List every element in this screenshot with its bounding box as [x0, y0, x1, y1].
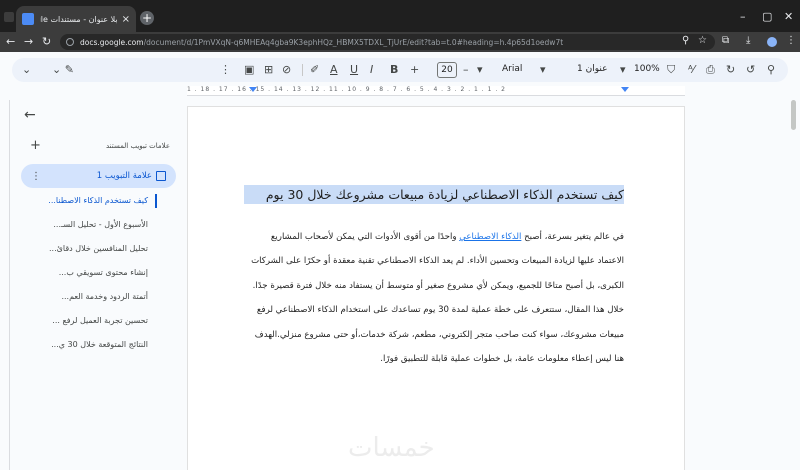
paragraph-1[interactable]: في عالم يتغير بسرعة، أصبح الذكاء الاصطنا… [244, 225, 624, 298]
font-size-input[interactable]: 20 [437, 62, 457, 78]
browser-menu-icon[interactable]: ⋮ [786, 35, 796, 46]
underline-icon[interactable]: U [350, 63, 358, 77]
outline-item[interactable]: الأسبوع الأول - تحليل السـ... [30, 216, 160, 240]
text-color-icon[interactable]: A [330, 63, 338, 77]
reload-icon[interactable]: ↻ [42, 35, 51, 48]
toolbar-divider [302, 64, 303, 76]
download-icon[interactable]: ⤓ [746, 35, 750, 46]
zoom-dropdown[interactable]: 100% [634, 64, 660, 74]
zoom-icon[interactable]: ⚲ [682, 35, 689, 46]
outline-item[interactable]: إنشاء محتوى تسويقي ب... [30, 264, 160, 288]
paragraph-style-dropdown[interactable]: عنوان 1 [577, 64, 607, 74]
minimize-button[interactable]: – [740, 10, 746, 23]
close-outline-back-icon[interactable]: ← [24, 107, 36, 123]
outline-list: كيف تستخدم الذكاء الاصطنا... الأسبوع الأ… [30, 192, 160, 360]
style-dropdown-chevron-icon[interactable]: ▾ [540, 63, 546, 77]
increase-font-button[interactable]: + [410, 63, 419, 77]
tab-options-icon[interactable]: ⋮ [31, 171, 43, 182]
profile-avatar[interactable] [765, 35, 779, 49]
insert-link-icon[interactable]: ⊘ [282, 63, 291, 77]
site-info-icon[interactable] [66, 38, 74, 46]
tab-close-icon[interactable]: × [122, 14, 130, 25]
address-bar-row: ← → ↻ docs.google.com /document/d/1PmVXq… [0, 32, 800, 52]
scrollbar-thumb[interactable] [791, 100, 796, 130]
undo-icon[interactable]: ↺ [746, 63, 755, 77]
docs-favicon-icon [22, 13, 34, 25]
outline-item[interactable]: تحسين تجربة العميل لرفع ... [30, 312, 160, 336]
document-tabs-header: + علامات تبويب المستند [30, 138, 170, 153]
outline-item[interactable]: كيف تستخدم الذكاء الاصطنا... [30, 192, 160, 216]
paragraph-2[interactable]: خلال هذا المقال، ستتعرف على خطة عملية لم… [244, 298, 624, 371]
document-tabs-label: علامات تبويب المستند [105, 141, 170, 150]
document-heading[interactable]: كيف تستخدم الذكاء الاصطناعي لزيادة مبيعا… [244, 185, 624, 204]
add-comment-icon[interactable]: ⊞ [264, 63, 273, 77]
tab-search-icon[interactable] [4, 12, 14, 22]
bold-icon[interactable]: B [390, 63, 398, 77]
ruler-marks: 1 . 18 . 17 . 16 . 15 . 14 . 13 . 12 . 1… [187, 86, 506, 93]
document-page[interactable]: كيف تستخدم الذكاء الاصطناعي لزيادة مبيعا… [187, 106, 685, 470]
document-body[interactable]: في عالم يتغير بسرعة، أصبح الذكاء الاصطنا… [244, 225, 624, 371]
vertical-ruler [0, 100, 10, 470]
collapse-menus-icon[interactable]: ⌄ [22, 63, 31, 77]
url-path: /document/d/1PmVXqN-q6MHEAq4gba9K3ephHQz… [143, 37, 564, 47]
forward-icon[interactable]: → [24, 35, 33, 48]
highlight-color-icon[interactable]: ✐ [310, 63, 319, 77]
spellcheck-icon[interactable]: ᴬ⁄ [688, 63, 695, 77]
document-tab-icon [156, 171, 166, 181]
print-icon[interactable]: ⎙ [706, 63, 715, 77]
right-indent-marker[interactable] [621, 87, 629, 92]
maximize-button[interactable]: ▢ [762, 10, 772, 23]
more-options-icon[interactable]: ⋮ [220, 63, 231, 77]
browser-tabstrip: بلا عنوان - مستندات Google × + – ▢ ✕ [0, 0, 800, 32]
bookmark-star-icon[interactable]: ☆ [698, 35, 707, 46]
url-domain: docs.google.com [80, 37, 144, 47]
tab-label: علامة التبويب 1 [96, 171, 152, 181]
docs-toolbar: ⌄ ⌄ ✎ ⋮ ▣ ⊞ ⊘ ✐ A U I B + 20 – ▾ Arial ▾… [12, 58, 788, 82]
italic-icon[interactable]: I [370, 63, 373, 77]
close-window-button[interactable]: ✕ [784, 10, 793, 23]
outline-item[interactable]: النتائج المتوقعة خلال 30 ي... [30, 336, 160, 360]
back-icon[interactable]: ← [6, 35, 15, 48]
watermark: خمسات [348, 433, 435, 463]
font-dropdown-chevron-icon[interactable]: ▾ [477, 63, 483, 77]
outline-item[interactable]: أتمتة الردود وخدمة العم... [30, 288, 160, 312]
extensions-icon[interactable]: ⧉ [722, 35, 729, 46]
new-tab-button[interactable]: + [140, 11, 154, 25]
horizontal-ruler: 1 . 18 . 17 . 16 . 15 . 14 . 13 . 12 . 1… [187, 86, 685, 96]
outline-item[interactable]: تحليل المنافسين خلال دقائ... [30, 240, 160, 264]
left-indent-marker[interactable] [249, 87, 257, 92]
paragraph-1-start: في عالم يتغير بسرعة، أصبح [521, 232, 624, 242]
add-tab-button[interactable]: + [30, 138, 41, 153]
insert-image-icon[interactable]: ▣ [244, 63, 254, 77]
editing-mode-dropdown[interactable]: ⌄ ✎ [52, 63, 74, 77]
tab-title: بلا عنوان - مستندات Google [40, 14, 118, 24]
browser-tab[interactable]: بلا عنوان - مستندات Google × [16, 6, 136, 32]
decrease-font-button[interactable]: – [463, 63, 469, 77]
search-menus-icon[interactable]: ⚲ [767, 63, 775, 77]
zoom-dropdown-chevron-icon[interactable]: ▾ [620, 63, 626, 77]
url-input[interactable]: docs.google.com /document/d/1PmVXqN-q6MH… [60, 34, 715, 50]
redo-icon[interactable]: ↻ [726, 63, 735, 77]
ai-link[interactable]: الذكاء الاصطناعي [459, 232, 521, 242]
font-name-dropdown[interactable]: Arial [502, 64, 522, 74]
paint-format-icon[interactable]: ⛉ [667, 63, 675, 77]
document-tab-1[interactable]: ⋮ علامة التبويب 1 [21, 164, 176, 188]
